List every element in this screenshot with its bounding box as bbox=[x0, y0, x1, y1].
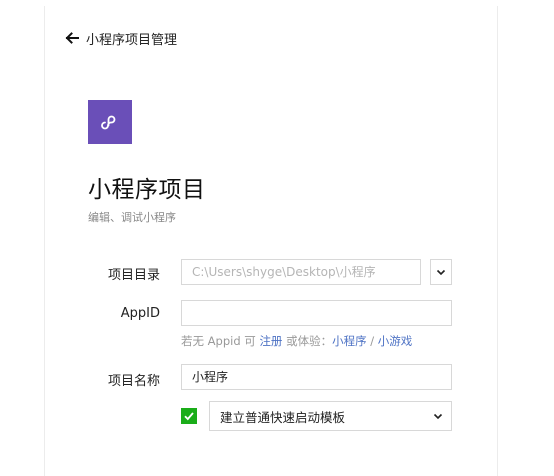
minigame-link[interactable]: 小游戏 bbox=[378, 334, 413, 348]
hint-middle: 或体验： bbox=[286, 334, 333, 348]
page-title: 小程序项目 bbox=[88, 177, 206, 203]
appid-hint: 若无 Appid 可 注册 或体验：小程序 / 小游戏 bbox=[181, 333, 412, 349]
back-label: 小程序项目管理 bbox=[86, 32, 178, 48]
hint-separator: / bbox=[370, 334, 375, 348]
template-select-value: 建立普通快速启动模板 bbox=[220, 409, 346, 425]
page-subtitle: 编辑、调试小程序 bbox=[88, 211, 176, 224]
miniprogram-logo-icon bbox=[88, 100, 132, 144]
arrow-left-icon bbox=[65, 32, 79, 44]
chevron-down-icon bbox=[436, 269, 446, 276]
appid-input[interactable] bbox=[181, 300, 452, 326]
project-name-label: 项目名称 bbox=[107, 374, 160, 389]
register-link[interactable]: 注册 bbox=[259, 334, 282, 348]
directory-dropdown-button[interactable] bbox=[430, 259, 452, 285]
project-name-input[interactable]: 小程序 bbox=[181, 364, 452, 390]
template-checkbox[interactable] bbox=[181, 408, 197, 424]
page: 小程序项目管理 小程序项目 编辑、调试小程序 项目目录 C:\Users\shy… bbox=[0, 0, 554, 476]
check-icon bbox=[184, 412, 194, 421]
back-button[interactable]: 小程序项目管理 bbox=[64, 28, 177, 48]
directory-label: 项目目录 bbox=[107, 268, 160, 283]
directory-input[interactable]: C:\Users\shyge\Desktop\小程序 bbox=[181, 259, 421, 285]
miniprogram-link[interactable]: 小程序 bbox=[332, 334, 367, 348]
appid-label: AppID bbox=[120, 306, 160, 321]
hint-prefix: 若无 Appid 可 bbox=[181, 334, 256, 348]
chevron-down-icon bbox=[433, 413, 443, 420]
template-select[interactable]: 建立普通快速启动模板 bbox=[209, 401, 452, 431]
